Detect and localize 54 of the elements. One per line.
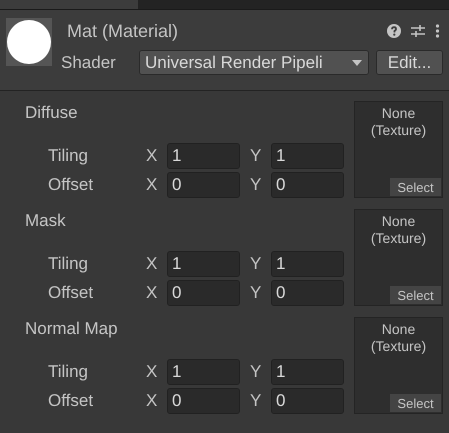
axis-label: Y [250,174,262,194]
number-field[interactable]: 0 [271,280,344,306]
axis-label: Y [250,282,262,302]
material-preview-icon [6,18,52,66]
texture-text: None [382,321,416,338]
number-field[interactable]: 0 [167,280,240,306]
select-button[interactable]: Select [390,178,441,196]
sliders-icon[interactable] [411,24,425,38]
material-title: Mat (Material) [67,20,180,42]
shader-dropdown[interactable]: Universal Render Pipeli [139,50,369,75]
axis-label: X [146,146,158,166]
vector-label: Tiling [48,146,89,166]
vector-label: Tiling [48,254,89,274]
axis-label: Y [250,390,262,410]
shader-label: Shader [61,52,117,72]
axis-label: X [146,362,158,382]
vector-label: Offset [48,174,94,194]
more-menu-icon[interactable] [435,24,440,38]
vector-label: Offset [48,390,94,410]
number-field[interactable]: 1 [167,250,240,276]
number-field[interactable]: 1 [271,250,344,276]
number-field[interactable]: 1 [271,358,344,384]
texture-text: (Texture) [370,122,426,139]
axis-label: Y [250,146,262,166]
axis-label: X [146,174,158,194]
number-field[interactable]: 0 [167,388,240,414]
number-field[interactable]: 1 [167,358,240,384]
number-field[interactable]: 0 [167,172,240,198]
number-field[interactable]: 1 [167,142,240,168]
texture-text: (Texture) [370,230,426,247]
number-field[interactable]: 0 [271,172,344,198]
axis-label: X [146,254,158,274]
texture-text: None [382,213,416,230]
vector-label: Tiling [48,362,89,382]
property-label: Mask [25,211,67,231]
select-button[interactable]: Select [390,394,441,412]
vector-label: Offset [48,282,94,302]
texture-slot[interactable]: None (Texture) Select [354,317,443,414]
texture-text: (Texture) [370,338,426,355]
number-field[interactable]: 1 [271,142,344,168]
axis-label: Y [250,362,262,382]
axis-label: X [146,282,158,302]
axis-label: X [146,390,158,410]
edit-button[interactable]: Edit... [376,50,443,75]
property-label: Diffuse [25,103,79,123]
property-label: Normal Map [25,319,119,339]
select-button[interactable]: Select [390,286,441,304]
axis-label: Y [250,254,262,274]
texture-slot[interactable]: None (Texture) Select [354,101,443,198]
texture-text: None [382,105,416,122]
caret-icon [352,60,362,66]
help-icon[interactable] [387,24,401,38]
number-field[interactable]: 0 [271,388,344,414]
texture-slot[interactable]: None (Texture) Select [354,209,443,306]
